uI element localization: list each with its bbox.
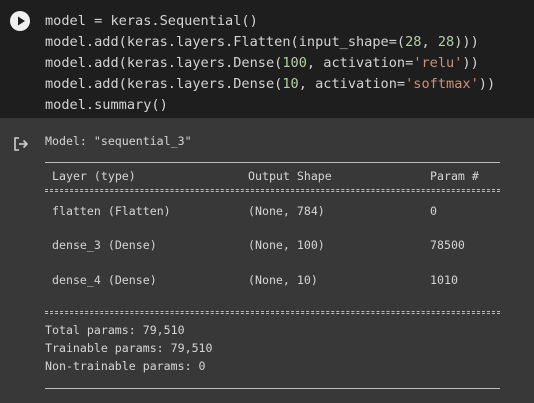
code-number: 100 — [282, 55, 307, 71]
code-line-1: model = keras.Sequential() — [45, 11, 495, 32]
trainable-params: Trainable params: 79,510 — [45, 341, 213, 355]
code-number: 10 — [282, 76, 299, 92]
code-text: model.add(keras.layers.Dense( — [45, 55, 283, 71]
code-text: model.summary() — [45, 97, 168, 113]
row-params: 1010 — [430, 273, 458, 287]
row-layer: dense_3 (Dense) — [52, 238, 157, 252]
header-double-rule — [45, 189, 500, 192]
code-text: , activation= — [306, 55, 414, 71]
code-text: , activation= — [298, 76, 406, 92]
code-text: model = keras.Sequential() — [45, 13, 258, 29]
row-shape: (None, 10) — [248, 273, 318, 287]
code-text: model.add(keras.layers.Flatten(input_sha… — [45, 34, 406, 50]
run-cell-button[interactable] — [10, 11, 30, 31]
summary-double-rule — [45, 311, 500, 314]
code-content[interactable]: model = keras.Sequential() model.add(kera… — [45, 11, 495, 116]
header-param-count: Param # — [430, 169, 479, 183]
row-shape: (None, 100) — [248, 238, 325, 252]
code-line-2: model.add(keras.layers.Flatten(input_sha… — [45, 32, 495, 53]
model-title: Model: "sequential_3" — [45, 134, 192, 148]
code-string: 'softmax' — [405, 76, 479, 92]
output-redirect-icon[interactable] — [12, 135, 30, 153]
code-text: )) — [478, 76, 496, 92]
code-text: model.add(keras.layers.Dense( — [45, 76, 283, 92]
code-line-5: model.summary() — [45, 95, 495, 116]
cell-output: Model: "sequential_3" Layer (type) Outpu… — [0, 118, 534, 403]
non-trainable-params: Non-trainable params: 0 — [45, 359, 206, 373]
row-params: 78500 — [430, 238, 465, 252]
code-text: )) — [462, 55, 479, 71]
header-output-shape: Output Shape — [248, 169, 332, 183]
header-layer: Layer (type) — [52, 169, 136, 183]
code-number: 28 — [405, 34, 422, 50]
code-number: 28 — [437, 34, 455, 50]
code-text: , — [421, 34, 438, 50]
notebook-cell: model = keras.Sequential() model.add(kera… — [0, 0, 534, 403]
total-params: Total params: 79,510 — [45, 323, 185, 337]
code-string: 'relu' — [413, 55, 463, 71]
table-bottom-rule — [45, 388, 500, 389]
code-line-4: model.add(keras.layers.Dense(10, activat… — [45, 74, 495, 95]
table-top-rule — [45, 162, 500, 163]
code-editor[interactable]: model = keras.Sequential() model.add(kera… — [0, 0, 534, 118]
code-text: ))) — [454, 34, 479, 50]
row-layer: flatten (Flatten) — [52, 204, 171, 218]
row-params: 0 — [430, 204, 437, 218]
row-layer: dense_4 (Dense) — [52, 273, 157, 287]
play-icon — [18, 16, 25, 26]
code-line-3: model.add(keras.layers.Dense(100, activa… — [45, 53, 495, 74]
row-shape: (None, 784) — [248, 204, 325, 218]
